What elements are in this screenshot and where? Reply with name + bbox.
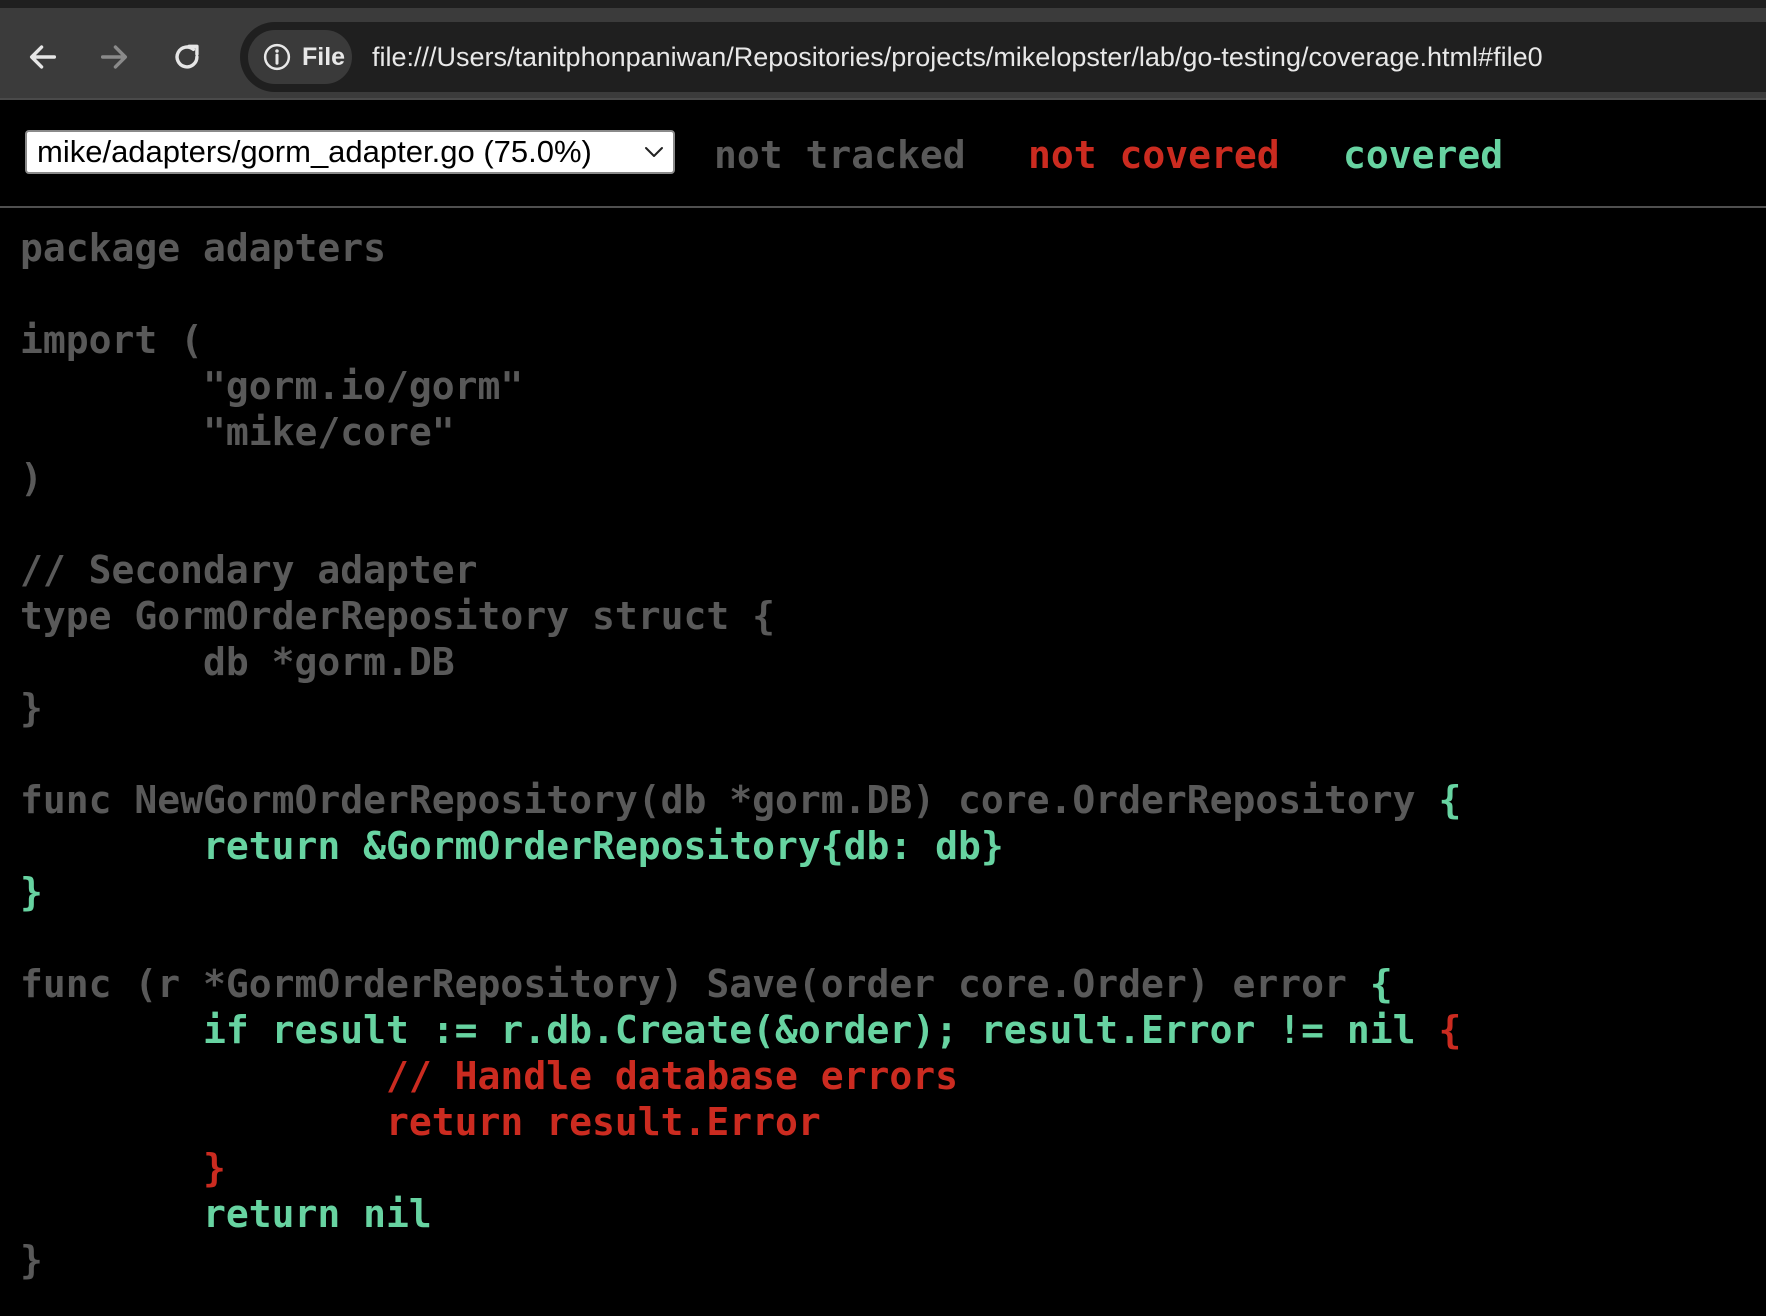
code-line: "mike/core" — [20, 409, 1461, 455]
code-segment: ) — [20, 456, 43, 500]
coverage-topbar: mike/adapters/gorm_adapter.go (75.0%) no… — [0, 100, 1766, 208]
code-segment: } — [20, 686, 43, 730]
file-select-value: mike/adapters/gorm_adapter.go (75.0%) — [37, 134, 592, 169]
code-segment: package adapters — [20, 226, 387, 270]
code-segment: } — [20, 870, 43, 914]
reload-button[interactable] — [160, 30, 214, 84]
code-line: // Secondary adapter — [20, 547, 1461, 593]
code-segment: } — [20, 1146, 226, 1190]
code-segment: { — [1369, 962, 1393, 1006]
legend-not-tracked: not tracked — [714, 133, 966, 177]
source-code: package adapters import ( "gorm.io/gorm" … — [20, 225, 1461, 1283]
code-segment: { — [1438, 1008, 1462, 1052]
site-chip-label: File — [302, 42, 346, 71]
code-segment: func (r *GormOrderRepository) Save(order… — [20, 962, 1370, 1006]
code-line: ) — [20, 455, 1461, 501]
legend-not-covered: not covered — [1028, 133, 1280, 177]
code-segment: // Secondary adapter — [20, 548, 478, 592]
browser-toolbar: File file:///Users/tanitphonpaniwan/Repo… — [0, 0, 1766, 100]
code-line: package adapters — [20, 225, 1461, 271]
code-line: import ( — [20, 317, 1461, 363]
code-line: } — [20, 685, 1461, 731]
code-segment: if result := r.db.Create(&order); result… — [20, 1008, 1439, 1052]
code-line: "gorm.io/gorm" — [20, 363, 1461, 409]
code-line: } — [20, 869, 1461, 915]
code-line: db *gorm.DB — [20, 639, 1461, 685]
code-segment: import ( — [20, 318, 204, 362]
code-line: func NewGormOrderRepository(db *gorm.DB)… — [20, 777, 1461, 823]
code-line: return result.Error — [20, 1099, 1461, 1145]
code-segment: func NewGormOrderRepository(db *gorm.DB)… — [20, 778, 1439, 822]
chevron-down-icon — [645, 147, 663, 157]
back-button[interactable] — [16, 30, 70, 84]
code-segment: { — [1438, 778, 1462, 822]
code-line: // Handle database errors — [20, 1053, 1461, 1099]
forward-button[interactable] — [87, 30, 141, 84]
site-info-chip[interactable]: File — [248, 30, 352, 84]
code-line: func (r *GormOrderRepository) Save(order… — [20, 961, 1461, 1007]
code-segment: return nil — [20, 1192, 432, 1236]
info-icon — [263, 43, 291, 71]
code-segment: type GormOrderRepository struct { — [20, 594, 775, 638]
code-line: if result := r.db.Create(&order); result… — [20, 1007, 1461, 1053]
code-line: } — [20, 1237, 1461, 1283]
reload-icon — [175, 44, 199, 69]
code-segment: return &GormOrderRepository{db: db} — [20, 824, 1004, 868]
code-line: } — [20, 1145, 1461, 1191]
code-segment: db *gorm.DB — [20, 640, 455, 684]
code-line: return &GormOrderRepository{db: db} — [20, 823, 1461, 869]
arrow-right-icon — [100, 45, 128, 69]
code-line: type GormOrderRepository struct { — [20, 593, 1461, 639]
legend-covered: covered — [1343, 133, 1504, 177]
url-text[interactable]: file:///Users/tanitphonpaniwan/Repositor… — [372, 22, 1543, 92]
code-line: return nil — [20, 1191, 1461, 1237]
code-segment: // Handle database errors — [20, 1054, 958, 1098]
code-segment: "gorm.io/gorm" — [20, 364, 524, 408]
address-bar[interactable]: File file:///Users/tanitphonpaniwan/Repo… — [240, 22, 1766, 92]
code-segment: return result.Error — [20, 1100, 821, 1144]
code-segment: "mike/core" — [20, 410, 455, 454]
arrow-left-icon — [29, 45, 57, 69]
code-segment: } — [20, 1238, 43, 1282]
file-select[interactable]: mike/adapters/gorm_adapter.go (75.0%) — [25, 130, 675, 174]
